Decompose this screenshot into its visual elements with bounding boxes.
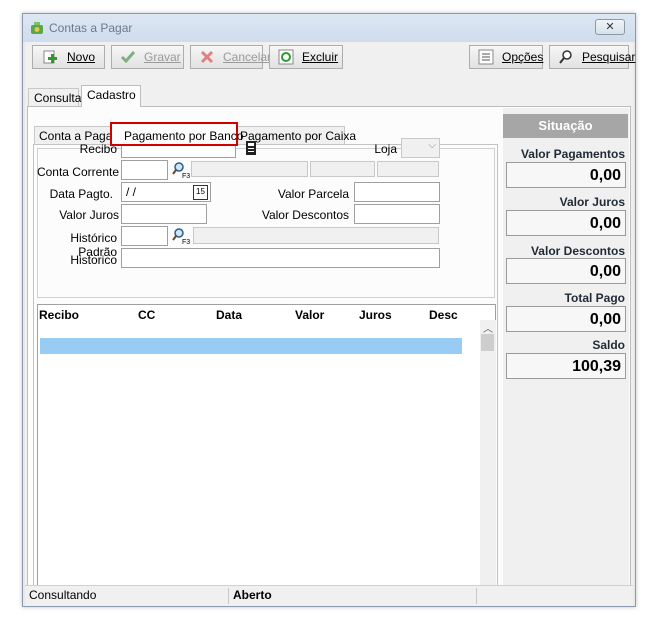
valor-pagamentos-value: 0,00 (506, 162, 626, 188)
tab-consulta[interactable]: Consulta (28, 88, 82, 106)
excluir-button[interactable]: Excluir (269, 45, 343, 69)
saldo-label: Saldo (592, 338, 625, 352)
status-mode: Consultando (29, 588, 97, 602)
historico-label: Historico (70, 253, 117, 267)
grid-header-juros: Juros (359, 308, 392, 322)
tab-consulta-label: Consulta (34, 91, 82, 105)
historico-input[interactable] (121, 248, 440, 268)
svg-text:F3: F3 (182, 239, 190, 245)
grid-scrollbar[interactable]: ︿ ﹀ (480, 320, 496, 599)
subtab-conta-a-pagar-label: Conta a Pagar (39, 129, 114, 143)
excluir-label: Excluir (302, 50, 339, 64)
status-divider (228, 588, 229, 604)
pesquisar-label: Pesquisar (582, 50, 636, 64)
subtab-pagamento-banco-label: Pagamento por Banco (124, 129, 244, 143)
grid-header-desc: Desc (429, 308, 458, 322)
valor-juros-input[interactable] (121, 204, 207, 224)
chevron-up-icon[interactable]: ︿ (480, 320, 496, 335)
conta-corrente-input[interactable] (121, 160, 168, 180)
data-pagto-value: / / (126, 185, 137, 199)
close-icon: ✕ (605, 21, 615, 33)
valor-juros-total-label: Valor Juros (559, 195, 625, 209)
grid-header-cc: CC (138, 308, 156, 322)
plus-icon (41, 48, 59, 66)
close-button[interactable]: ✕ (595, 19, 625, 35)
grid-header-recibo: Recibo (39, 308, 80, 322)
title-bar: Contas a Pagar ✕ (23, 14, 635, 42)
novo-button[interactable]: Novo (32, 45, 105, 69)
cancelar-button[interactable]: Cancelar (190, 45, 271, 69)
search-f3-icon[interactable]: F3 (172, 227, 190, 245)
loja-select[interactable]: ⌵ (401, 138, 440, 158)
opcoes-button[interactable]: Opções (469, 45, 543, 69)
recycle-icon (278, 48, 294, 66)
valor-descontos-input[interactable] (354, 204, 440, 224)
valor-parcela-input[interactable] (354, 182, 440, 202)
opcoes-label: Opções (502, 50, 544, 64)
gravar-label: Gravar (144, 50, 181, 64)
search-f3-icon[interactable]: F3 (172, 161, 190, 179)
valor-descontos-label: Valor Descontos (261, 208, 349, 222)
window-title: Contas a Pagar (49, 21, 133, 35)
list-icon (478, 48, 494, 66)
valor-juros-label: Valor Juros (59, 208, 119, 222)
pesquisar-button[interactable]: Pesquisar (549, 45, 635, 69)
magnifier-icon (558, 48, 574, 66)
recibo-label: Recibo (79, 142, 117, 156)
conta-corrente-numero (377, 161, 439, 177)
status-bar: Consultando Aberto (25, 585, 633, 606)
data-pagto-input[interactable]: / / 15 (121, 182, 211, 202)
grid-header-data: Data (216, 308, 243, 322)
cancelar-label: Cancelar (223, 50, 272, 64)
window-client: Novo Gravar Cancelar Excluir Opções Pesq… (25, 42, 635, 606)
conta-corrente-label: Conta Corrente (36, 165, 119, 179)
grid-header-valor: Valor (295, 308, 325, 322)
table-row[interactable] (40, 338, 462, 354)
saldo-value: 100,39 (506, 353, 626, 379)
loja-label: Loja (374, 142, 397, 156)
valor-juros-total-value: 0,00 (506, 210, 626, 236)
total-pago-value: 0,00 (506, 306, 626, 332)
valor-descontos-total-value: 0,00 (506, 258, 626, 284)
valor-parcela-label: Valor Parcela (277, 187, 349, 201)
historico-padrao-desc (193, 227, 439, 244)
x-cancel-icon (199, 48, 215, 66)
data-pagto-label: Data Pagto. (49, 187, 113, 201)
contas-a-pagar-window: Contas a Pagar ✕ Novo Gravar Cancelar Ex… (22, 13, 636, 607)
conta-corrente-desc (191, 161, 308, 177)
svg-text:F3: F3 (182, 173, 190, 179)
conta-corrente-agencia (310, 161, 375, 177)
total-pago-label: Total Pago (564, 291, 625, 305)
valor-pagamentos-label: Valor Pagamentos (520, 147, 625, 161)
novo-label: Novo (67, 50, 96, 64)
printer-icon[interactable] (243, 139, 261, 157)
tab-cadastro-label: Cadastro (87, 88, 136, 102)
tab-cadastro[interactable]: Cadastro (81, 85, 141, 107)
status-state: Aberto (233, 588, 272, 602)
situacao-header: Situação (503, 114, 628, 138)
gravar-button[interactable]: Gravar (111, 45, 184, 69)
calendar-icon[interactable]: 15 (193, 185, 208, 200)
status-divider (476, 588, 477, 604)
valor-descontos-total-label: Valor Descontos (530, 244, 625, 258)
chevron-down-icon: ⌵ (428, 140, 436, 151)
money-app-icon (31, 22, 43, 34)
historico-padrao-input[interactable] (121, 226, 168, 246)
subtab-pagamento-banco[interactable]: Pagamento por Banco (110, 122, 243, 146)
checkmark-icon (120, 48, 136, 66)
scroll-thumb[interactable] (481, 334, 494, 351)
